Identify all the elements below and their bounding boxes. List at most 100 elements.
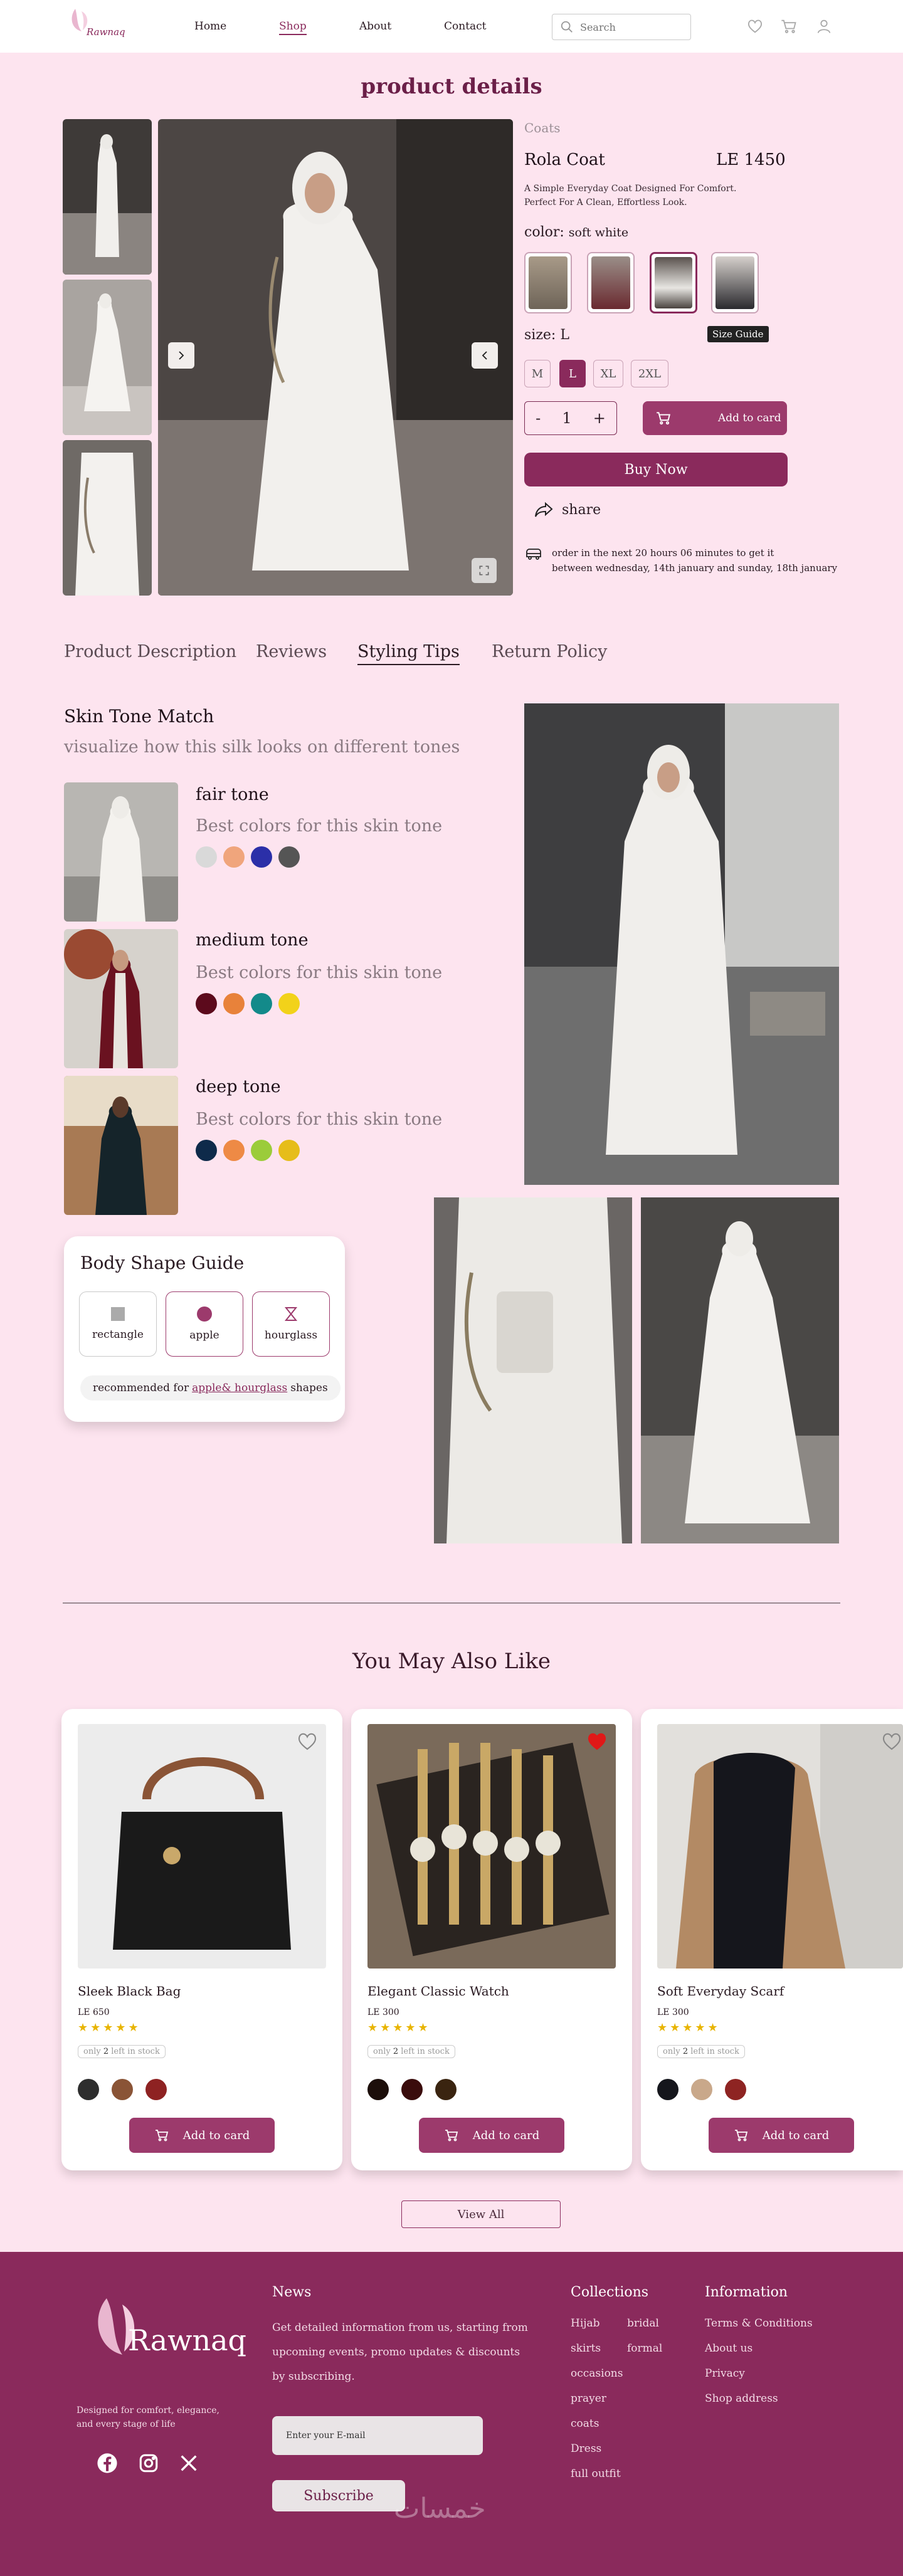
qty-value: 1 xyxy=(562,409,572,427)
color-option-dot[interactable] xyxy=(145,2079,167,2100)
footer-link-terms[interactable]: Terms & Conditions xyxy=(705,2317,813,2330)
description-line-1: A Simple Everyday Coat Designed For Comf… xyxy=(524,184,737,194)
shape-option-rectangle[interactable]: rectangle xyxy=(79,1291,157,1357)
size-option-xl[interactable]: XL xyxy=(593,360,623,387)
product-name-watch[interactable]: Elegant Classic Watch xyxy=(367,1984,509,1999)
deep-tone-name: deep tone xyxy=(196,1077,281,1096)
user-icon[interactable] xyxy=(815,18,833,35)
product-name-scarf[interactable]: Soft Everyday Scarf xyxy=(657,1984,784,1999)
footer-link-dress[interactable]: Dress xyxy=(571,2442,601,2455)
cart-icon xyxy=(445,2130,458,2142)
rating-stars: ★★★★★ xyxy=(657,2021,721,2034)
footer-link-prayer[interactable]: prayer xyxy=(571,2392,606,2405)
color-swatch-beige[interactable] xyxy=(524,252,572,313)
color-option-dot[interactable] xyxy=(367,2079,389,2100)
footer-link-about[interactable]: About us xyxy=(705,2342,752,2355)
share-icon xyxy=(535,502,553,517)
product-card-scarf[interactable]: Soft Everyday Scarf LE 300 ★★★★★ only 2 … xyxy=(641,1709,903,2170)
fullscreen-button[interactable] xyxy=(472,558,497,583)
product-price: LE 1450 xyxy=(716,150,786,169)
shape-option-hourglass[interactable]: hourglass xyxy=(252,1291,330,1357)
color-swatch-black[interactable] xyxy=(711,252,759,313)
favorite-heart-icon[interactable] xyxy=(296,1730,319,1753)
product-image-watch[interactable] xyxy=(367,1724,616,1969)
view-all-button[interactable]: View All xyxy=(401,2200,561,2228)
qty-minus-button[interactable]: - xyxy=(536,409,541,427)
shape-label-rectangle: rectangle xyxy=(92,1328,144,1341)
product-name-bag[interactable]: Sleek Black Bag xyxy=(78,1984,181,1999)
color-option-dot[interactable] xyxy=(78,2079,99,2100)
color-option-dot[interactable] xyxy=(725,2079,746,2100)
gallery-thumb-2[interactable] xyxy=(63,280,152,435)
share-button[interactable]: share xyxy=(534,502,601,518)
size-guide-tooltip[interactable]: Size Guide xyxy=(707,326,769,342)
add-to-card-button[interactable]: Add to card xyxy=(129,2118,275,2153)
size-option-m[interactable]: M xyxy=(524,360,551,387)
favorite-heart-icon[interactable] xyxy=(880,1730,903,1753)
footer-link-bridal[interactable]: bridal xyxy=(627,2317,659,2330)
nav-shop[interactable]: Shop xyxy=(279,20,307,35)
color-option-dot[interactable] xyxy=(691,2079,712,2100)
deep-tone-image xyxy=(64,1076,178,1215)
tab-styling-tips[interactable]: Styling Tips xyxy=(357,642,460,665)
facebook-icon[interactable] xyxy=(97,2452,118,2474)
qty-plus-button[interactable]: + xyxy=(593,409,606,427)
tab-product-description[interactable]: Product Description xyxy=(64,642,236,661)
color-option-dot[interactable] xyxy=(401,2079,423,2100)
shape-option-apple[interactable]: apple xyxy=(166,1291,243,1357)
buy-now-button[interactable]: Buy Now xyxy=(524,453,788,486)
nav-contact[interactable]: Contact xyxy=(444,20,487,33)
color-option-dot[interactable] xyxy=(657,2079,679,2100)
search-icon xyxy=(561,21,573,33)
rec-prefix: recommended for xyxy=(93,1382,189,1394)
add-to-card-button[interactable]: Add to card xyxy=(709,2118,854,2153)
footer-link-coats[interactable]: coats xyxy=(571,2417,599,2430)
footer-link-full-outfit[interactable]: full outfit xyxy=(571,2468,621,2480)
instagram-icon[interactable] xyxy=(138,2452,159,2474)
tab-reviews[interactable]: Reviews xyxy=(256,642,327,661)
footer-link-hijab[interactable]: Hijab xyxy=(571,2317,600,2330)
product-main-image[interactable] xyxy=(158,119,513,596)
nav-about[interactable]: About xyxy=(359,20,391,33)
footer-logo[interactable]: Rawnaq xyxy=(88,2286,246,2374)
footer-link-formal[interactable]: formal xyxy=(627,2342,662,2355)
favorite-heart-icon[interactable] xyxy=(586,1730,608,1753)
cart-icon[interactable] xyxy=(780,18,798,35)
shape-label-hourglass: hourglass xyxy=(264,1329,318,1342)
nav-home[interactable]: Home xyxy=(194,20,226,33)
site-footer: Rawnaq Designed for comfort, elegance, a… xyxy=(0,2252,903,2576)
footer-link-skirts[interactable]: skirts xyxy=(571,2342,601,2355)
x-twitter-icon[interactable] xyxy=(178,2452,199,2474)
footer-link-privacy[interactable]: Privacy xyxy=(705,2367,745,2380)
gallery-thumb-3[interactable] xyxy=(63,440,152,596)
color-value: soft white xyxy=(568,226,629,239)
product-card-watch[interactable]: Elegant Classic Watch LE 300 ★★★★★ only … xyxy=(351,1709,632,2170)
fair-tone-best-text: Best colors for this skin tone xyxy=(196,816,443,836)
heart-icon[interactable] xyxy=(746,18,764,35)
search-box[interactable] xyxy=(552,14,691,40)
gallery-next-button[interactable] xyxy=(168,342,194,369)
medium-color-dot-2 xyxy=(223,993,245,1014)
color-swatch-burgundy[interactable] xyxy=(587,252,635,313)
color-option-dot[interactable] xyxy=(112,2079,133,2100)
footer-link-shop-address[interactable]: Shop address xyxy=(705,2392,778,2405)
product-image-scarf[interactable] xyxy=(657,1724,903,1969)
brand-logo[interactable]: Rawnaq xyxy=(68,4,125,44)
size-option-2xl[interactable]: 2XL xyxy=(631,360,668,387)
add-to-card-button[interactable]: Add to card xyxy=(419,2118,564,2153)
tab-return-policy[interactable]: Return Policy xyxy=(492,642,607,661)
footer-email-input[interactable]: Enter your E-mail xyxy=(272,2416,483,2455)
add-to-card-button[interactable]: Add to card xyxy=(643,401,787,435)
search-input[interactable] xyxy=(580,21,680,33)
footer-subscribe-button[interactable]: Subscribe xyxy=(272,2480,405,2511)
product-card-bag[interactable]: Sleek Black Bag LE 650 ★★★★★ only 2 left… xyxy=(61,1709,342,2170)
color-option-dot[interactable] xyxy=(435,2079,457,2100)
size-option-l[interactable]: L xyxy=(559,360,586,387)
color-swatch-soft-white[interactable] xyxy=(650,252,697,313)
apple-shape-icon xyxy=(197,1306,212,1322)
product-image-bag[interactable] xyxy=(78,1724,326,1969)
site-header: Rawnaq Home Shop About Contact xyxy=(0,0,903,53)
gallery-prev-button[interactable] xyxy=(472,342,498,369)
footer-link-occasions[interactable]: occasions xyxy=(571,2367,623,2380)
gallery-thumb-1[interactable] xyxy=(63,119,152,275)
